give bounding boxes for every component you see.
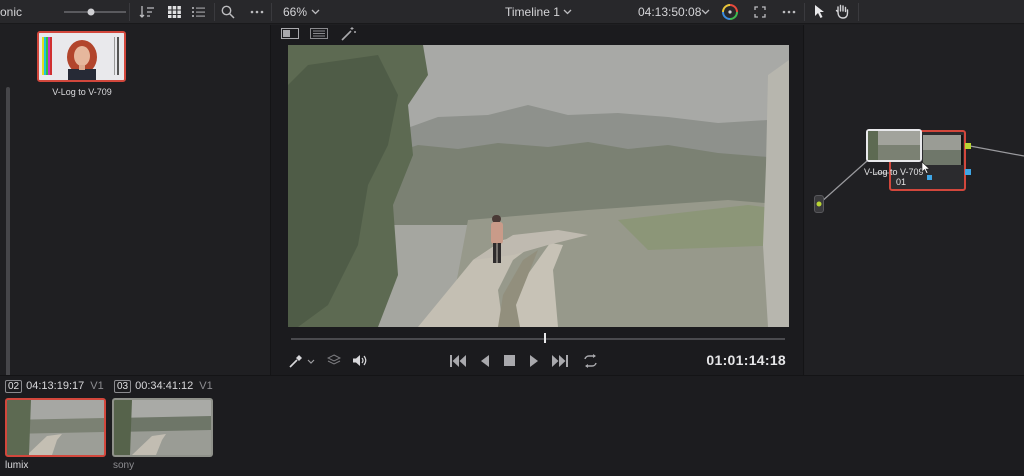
gallery-scrollbar[interactable] (6, 87, 10, 395)
clip-header: 03 00:34:41:12 V1 (114, 380, 213, 393)
node-label: V-Log to V-709 (864, 167, 924, 177)
video-frame (288, 45, 789, 327)
hand-tool-icon[interactable] (835, 4, 849, 19)
stop-icon[interactable] (504, 355, 515, 366)
clip-name: lumix (5, 460, 29, 471)
play-icon[interactable] (529, 355, 539, 367)
clip-strip: 02 04:13:19:17 V1 lumix 03 00:34:41:12 V1 so… (0, 375, 1024, 476)
grid-view-icon[interactable] (168, 6, 181, 18)
transport-controls: 01:01:14:18 (271, 349, 805, 373)
more-options-icon[interactable] (250, 10, 264, 14)
loop-icon[interactable] (582, 354, 599, 368)
chevron-down-icon[interactable] (311, 9, 320, 15)
list-view-icon[interactable] (192, 6, 205, 18)
clip-timecode: 00:34:41:12 (135, 380, 194, 392)
clip-header: 02 04:13:19:17 V1 (5, 380, 104, 393)
clip-thumbnail[interactable] (5, 398, 106, 457)
single-view-icon[interactable] (281, 28, 299, 39)
clip-image (7, 400, 104, 455)
input-connector-icon[interactable] (816, 201, 822, 207)
timeline-timecode: 04:13:50:08 (638, 5, 702, 19)
top-toolbar: onic 66% Timeline 1 04:13:50:08 (0, 0, 1024, 24)
clip-timecode: 04:13:19:17 (26, 380, 85, 392)
clip-number: 03 (114, 380, 132, 393)
skip-to-start-icon[interactable] (450, 355, 466, 367)
clip-name: sony (113, 460, 135, 471)
input-port-icon[interactable] (927, 175, 932, 180)
pointer-tool-icon[interactable] (814, 4, 826, 19)
chevron-down-icon[interactable] (701, 9, 710, 15)
search-icon[interactable] (221, 5, 235, 19)
chevron-down-icon[interactable] (563, 9, 572, 15)
dragged-node[interactable] (866, 129, 922, 162)
layers-icon[interactable] (327, 354, 341, 367)
more-options-icon[interactable] (782, 10, 796, 14)
skip-to-end-icon[interactable] (552, 355, 568, 367)
clip-track: V1 (199, 380, 213, 392)
volume-icon[interactable] (352, 354, 367, 367)
still-thumbnail (39, 33, 124, 80)
toolbar-divider (858, 3, 859, 21)
gallery-still[interactable] (37, 31, 126, 82)
toolbar-divider (804, 3, 805, 21)
fullscreen-icon[interactable] (754, 6, 766, 18)
sort-icon[interactable] (139, 5, 155, 19)
node-number: 01 (896, 177, 907, 187)
split-view-icon[interactable] (310, 28, 328, 39)
viewer-image[interactable] (288, 45, 789, 327)
viewer-panel: 01:01:14:18 (270, 25, 804, 375)
output-port-blue-icon[interactable] (965, 169, 971, 175)
clip-number: 02 (5, 380, 23, 393)
gallery-panel: V-Log to V-709 (0, 25, 270, 395)
color-wheel-icon[interactable] (722, 4, 738, 20)
mouse-cursor-icon (921, 161, 931, 174)
playhead[interactable] (544, 333, 546, 343)
viewer-toolbar (271, 25, 805, 43)
gallery-title: onic (0, 5, 23, 19)
timeline-name[interactable]: Timeline 1 (505, 5, 560, 19)
toolbar-divider (129, 3, 130, 21)
chevron-down-icon[interactable] (307, 359, 315, 364)
color-picker-icon[interactable] (289, 354, 303, 368)
toolbar-divider (214, 3, 215, 21)
viewer-timecode: 01:01:14:18 (706, 352, 786, 368)
clip-track: V1 (90, 380, 104, 392)
node-connections (819, 145, 1024, 204)
zoom-level[interactable]: 66% (283, 5, 307, 19)
clip-thumbnail[interactable] (112, 398, 213, 457)
thumbnail-size-slider[interactable] (64, 6, 126, 18)
clip-image (114, 400, 211, 455)
viewer-scrub-bar[interactable] (291, 338, 785, 340)
still-label: V-Log to V-709 (52, 87, 112, 97)
output-port-green-icon[interactable] (965, 143, 971, 149)
node-thumbnail (868, 131, 920, 160)
toolbar-divider (271, 3, 272, 21)
magic-wand-icon[interactable] (341, 26, 357, 41)
play-reverse-icon[interactable] (480, 355, 490, 367)
node-editor[interactable]: V-Log to V-709 01 (805, 25, 1024, 375)
